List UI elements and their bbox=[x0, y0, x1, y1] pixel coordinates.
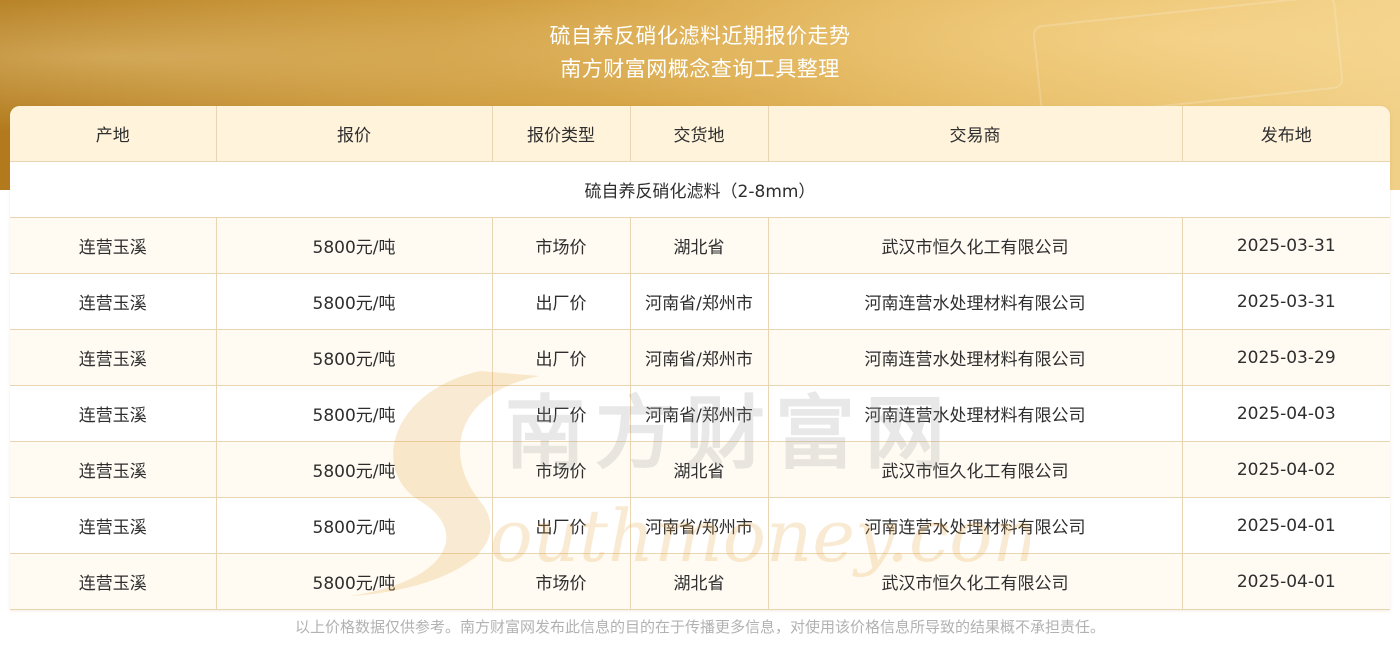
price-cell: 5800元/吨 bbox=[216, 273, 493, 330]
table-row: 连营玉溪 5800元/吨 出厂价 河南省/郑州市 河南连营水处理材料有限公司 2025-0… bbox=[10, 385, 1390, 442]
disclaimer-note: 以上价格数据仅供参考。南方财富网发布此信息的目的在于传播更多信息，对使用该价格信… bbox=[294, 618, 1105, 636]
publish-date-cell: 2025-04-01 bbox=[1182, 497, 1390, 554]
title-block: 硫自养反硝化滤料近期报价走势 南方财富网概念查询工具整理 bbox=[0, 20, 1400, 86]
column-header-price-type: 报价类型 bbox=[492, 106, 631, 162]
publish-date-cell: 2025-03-29 bbox=[1182, 329, 1390, 386]
price-type-cell: 出厂价 bbox=[492, 329, 631, 386]
price-cell: 5800元/吨 bbox=[216, 497, 493, 554]
publish-date-cell: 2025-04-01 bbox=[1182, 553, 1390, 610]
page-subtitle: 南方财富网概念查询工具整理 bbox=[560, 57, 840, 81]
product-name-cell: 硫自养反硝化滤料（2-8mm） bbox=[10, 161, 1390, 218]
column-header-price: 报价 bbox=[216, 106, 493, 162]
price-page: 硫自养反硝化滤料近期报价走势 南方财富网概念查询工具整理 产地 报价 报价类型 … bbox=[0, 0, 1400, 654]
publish-date-cell: 2025-04-02 bbox=[1182, 441, 1390, 498]
table-row: 连营玉溪 5800元/吨 出厂价 河南省/郑州市 河南连营水处理材料有限公司 2025-0… bbox=[10, 329, 1390, 386]
product-row: 硫自养反硝化滤料（2-8mm） bbox=[10, 161, 1390, 218]
delivery-cell: 河南省/郑州市 bbox=[630, 497, 769, 554]
origin-cell: 连营玉溪 bbox=[10, 385, 217, 442]
price-type-cell: 市场价 bbox=[492, 553, 631, 610]
trader-cell: 武汉市恒久化工有限公司 bbox=[768, 553, 1183, 610]
trader-cell: 河南连营水处理材料有限公司 bbox=[768, 329, 1183, 386]
trader-cell: 河南连营水处理材料有限公司 bbox=[768, 385, 1183, 442]
trader-cell: 武汉市恒久化工有限公司 bbox=[768, 217, 1183, 274]
publish-date-cell: 2025-04-03 bbox=[1182, 385, 1390, 442]
trader-cell: 武汉市恒久化工有限公司 bbox=[768, 441, 1183, 498]
delivery-cell: 湖北省 bbox=[630, 441, 769, 498]
price-type-cell: 出厂价 bbox=[492, 497, 631, 554]
column-header-publish: 发布地 bbox=[1182, 106, 1390, 162]
delivery-cell: 河南省/郑州市 bbox=[630, 273, 769, 330]
table-row: 连营玉溪 5800元/吨 市场价 湖北省 武汉市恒久化工有限公司 2025-04-01 bbox=[10, 553, 1390, 610]
table-row: 连营玉溪 5800元/吨 市场价 湖北省 武汉市恒久化工有限公司 2025-04-02 bbox=[10, 441, 1390, 498]
origin-cell: 连营玉溪 bbox=[10, 553, 217, 610]
price-table: 产地 报价 报价类型 交货地 交易商 发布地 硫自养反硝化滤料（2-8mm） 连… bbox=[10, 106, 1390, 610]
origin-cell: 连营玉溪 bbox=[10, 497, 217, 554]
publish-date-cell: 2025-03-31 bbox=[1182, 273, 1390, 330]
price-type-cell: 市场价 bbox=[492, 217, 631, 274]
delivery-cell: 河南省/郑州市 bbox=[630, 385, 769, 442]
delivery-cell: 河南省/郑州市 bbox=[630, 329, 769, 386]
column-header-delivery: 交货地 bbox=[630, 106, 769, 162]
trader-cell: 河南连营水处理材料有限公司 bbox=[768, 497, 1183, 554]
origin-cell: 连营玉溪 bbox=[10, 217, 217, 274]
table-row: 连营玉溪 5800元/吨 出厂价 河南省/郑州市 河南连营水处理材料有限公司 2025-0… bbox=[10, 497, 1390, 554]
origin-cell: 连营玉溪 bbox=[10, 329, 217, 386]
delivery-cell: 湖北省 bbox=[630, 553, 769, 610]
publish-date-cell: 2025-03-31 bbox=[1182, 217, 1390, 274]
price-cell: 5800元/吨 bbox=[216, 441, 493, 498]
delivery-cell: 湖北省 bbox=[630, 217, 769, 274]
page-title: 硫自养反硝化滤料近期报价走势 bbox=[549, 24, 851, 48]
trader-cell: 河南连营水处理材料有限公司 bbox=[768, 273, 1183, 330]
origin-cell: 连营玉溪 bbox=[10, 273, 217, 330]
price-type-cell: 出厂价 bbox=[492, 273, 631, 330]
table-header-row: 产地 报价 报价类型 交货地 交易商 发布地 bbox=[10, 106, 1390, 162]
price-cell: 5800元/吨 bbox=[216, 329, 493, 386]
price-table-card: 产地 报价 报价类型 交货地 交易商 发布地 硫自养反硝化滤料（2-8mm） 连… bbox=[10, 106, 1390, 610]
price-cell: 5800元/吨 bbox=[216, 217, 493, 274]
table-row: 连营玉溪 5800元/吨 出厂价 河南省/郑州市 河南连营水处理材料有限公司 2025-0… bbox=[10, 273, 1390, 330]
table-row: 连营玉溪 5800元/吨 市场价 湖北省 武汉市恒久化工有限公司 2025-03-31 bbox=[10, 217, 1390, 274]
price-type-cell: 出厂价 bbox=[492, 385, 631, 442]
column-header-trader: 交易商 bbox=[768, 106, 1183, 162]
column-header-origin: 产地 bbox=[10, 106, 217, 162]
origin-cell: 连营玉溪 bbox=[10, 441, 217, 498]
price-cell: 5800元/吨 bbox=[216, 385, 493, 442]
price-cell: 5800元/吨 bbox=[216, 553, 493, 610]
price-type-cell: 市场价 bbox=[492, 441, 631, 498]
